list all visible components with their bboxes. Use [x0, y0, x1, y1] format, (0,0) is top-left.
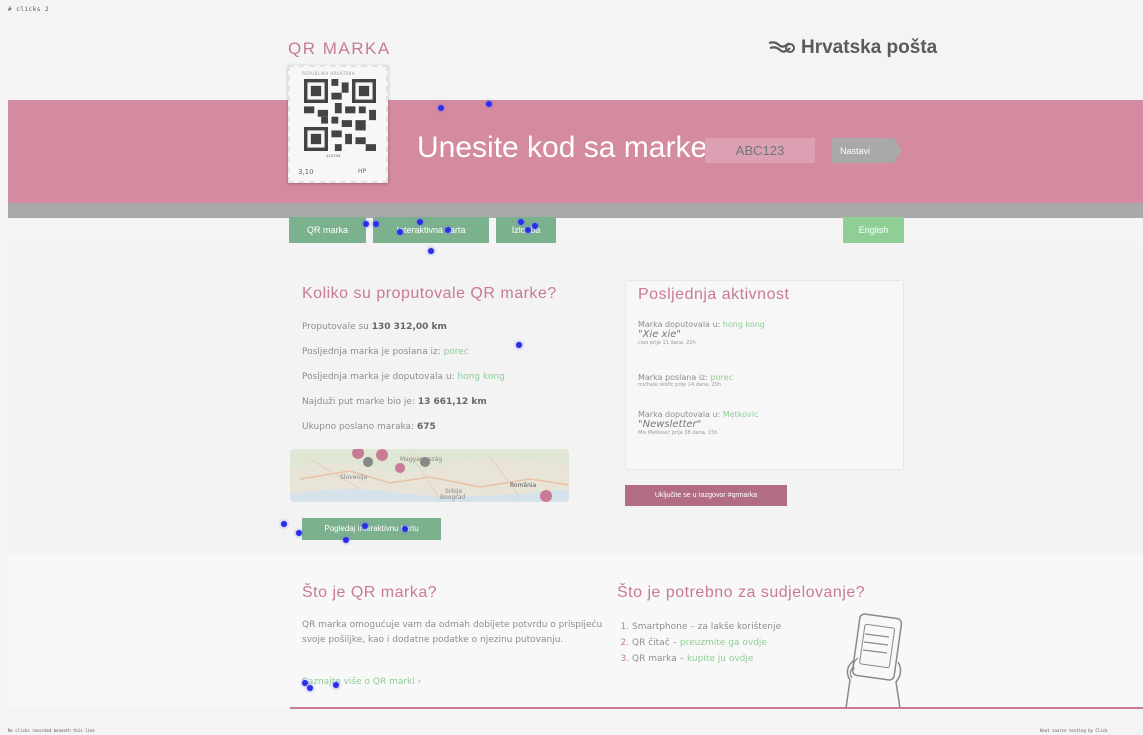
activity-title: Posljednja aktivnost: [638, 286, 790, 303]
map-image: Magyarország Slovenija Srbija România Be…: [290, 449, 569, 502]
click-marker: [307, 685, 313, 691]
qr-stamp-image: REPUBLIKA HRVATSKA ¹¹³⁷⁹⁴ 3,10 HP: [288, 65, 388, 183]
top-frame: [0, 0, 1143, 100]
stamp-code: ¹¹³⁷⁹⁴: [326, 154, 341, 161]
heatmap-header: # clicks 2: [8, 6, 50, 13]
click-marker: [343, 537, 349, 543]
buy-stamp-link[interactable]: kupite ju ovdje: [687, 654, 753, 664]
phone-hand-icon: [845, 613, 903, 709]
click-marker: [373, 221, 379, 227]
requirements-title: Što je potrebno za sudjelovanje?: [617, 584, 866, 601]
view-map-button[interactable]: Pogledaj interaktivnu kartu: [302, 518, 441, 540]
heatmap-credit: Heat source testing by Click: [1040, 728, 1108, 733]
activity-place-link[interactable]: hong kong: [723, 320, 765, 329]
click-marker: [428, 248, 434, 254]
requirements-list: Smartphone – za lakše korištenje QR čita…: [617, 619, 781, 667]
footer-divider: [290, 707, 1143, 709]
click-marker: [486, 101, 492, 107]
activity-place-link[interactable]: Metkovic: [723, 410, 759, 419]
nav-qr-marka[interactable]: QR marka: [289, 217, 366, 243]
about-text: QR marka omogućuje vam da odmah dobijete…: [302, 620, 603, 645]
click-marker: [438, 105, 444, 111]
posthorn-icon: [768, 41, 795, 53]
click-marker: [363, 221, 369, 227]
link-porec[interactable]: porec: [444, 347, 469, 357]
stat-total: Ukupno poslano maraka: 675: [302, 422, 436, 432]
stamp-price: 3,10: [298, 168, 314, 176]
map-label-belgrade: Beograd: [440, 494, 465, 501]
activity-item: Marka doputovala u: Metkovic "Newsletter…: [638, 410, 759, 436]
map-label-romania: România: [510, 482, 537, 489]
click-marker: [397, 229, 403, 235]
content-area: [8, 243, 1143, 555]
heatmap-footer-note: No clicks recorded beneath this line: [8, 728, 95, 733]
list-item: QR marka – kupite ju ovdje: [632, 651, 781, 667]
click-marker: [402, 526, 408, 532]
click-marker: [445, 227, 451, 233]
nav-interaktivna-karta[interactable]: Interaktivna karta: [373, 217, 489, 243]
list-item: QR čitač – preuzmite ga ovdje: [632, 635, 781, 651]
click-marker: [417, 219, 423, 225]
click-marker: [333, 682, 339, 688]
stamp-code-input[interactable]: [705, 138, 815, 163]
hrvatska-posta-logo[interactable]: Hrvatska pošta: [767, 37, 937, 59]
stamp-country: REPUBLIKA HRVATSKA: [302, 71, 356, 76]
stat-last-sent: Posljednja marka je poslana iz: porec: [302, 347, 469, 357]
hero-divider: [8, 203, 1143, 218]
stat-longest: Najduži put marke bio je: 13 661,12 km: [302, 397, 487, 407]
click-marker: [362, 523, 368, 529]
continue-button[interactable]: Nastavi: [832, 138, 902, 163]
click-marker: [525, 227, 531, 233]
map-label-slovenia: Slovenija: [340, 474, 368, 481]
download-reader-link[interactable]: preuzmite ga ovdje: [680, 638, 767, 648]
stats-title: Koliko su proputovale QR marke?: [302, 285, 557, 302]
stat-last-arrived: Posljednja marka je doputovala u: hong k…: [302, 372, 505, 382]
click-marker: [281, 521, 287, 527]
click-marker: [518, 219, 524, 225]
hero-title: Unesite kod sa marke: [417, 131, 708, 164]
click-marker: [296, 530, 302, 536]
join-conversation-button[interactable]: Uključite se u razgovor #qrmarka: [625, 485, 787, 506]
click-marker: [532, 223, 538, 229]
logo-text: Hrvatska pošta: [801, 37, 938, 58]
activity-item: Marka doputovala u: hong kong "Xie xie" …: [638, 320, 765, 346]
stamp-hp: HP: [358, 168, 367, 175]
link-hong-kong[interactable]: hong kong: [457, 372, 504, 382]
activity-place-link[interactable]: porec: [710, 373, 732, 382]
qr-code-icon: [304, 79, 376, 151]
map-thumbnail[interactable]: Magyarország Slovenija Srbija România Be…: [290, 449, 569, 502]
stat-distance: Proputovale su 130 312,00 km: [302, 322, 447, 332]
learn-more-link[interactable]: Saznajte više o QR marki ›: [302, 677, 421, 687]
activity-item: Marka poslana iz: porec michele skofic p…: [638, 373, 733, 388]
click-marker: [516, 342, 522, 348]
language-switch[interactable]: English: [843, 217, 904, 243]
about-title: Što je QR marka?: [302, 584, 438, 601]
list-item: Smartphone – za lakše korištenje: [632, 619, 781, 635]
brand-title[interactable]: QR MARKA: [288, 39, 391, 59]
